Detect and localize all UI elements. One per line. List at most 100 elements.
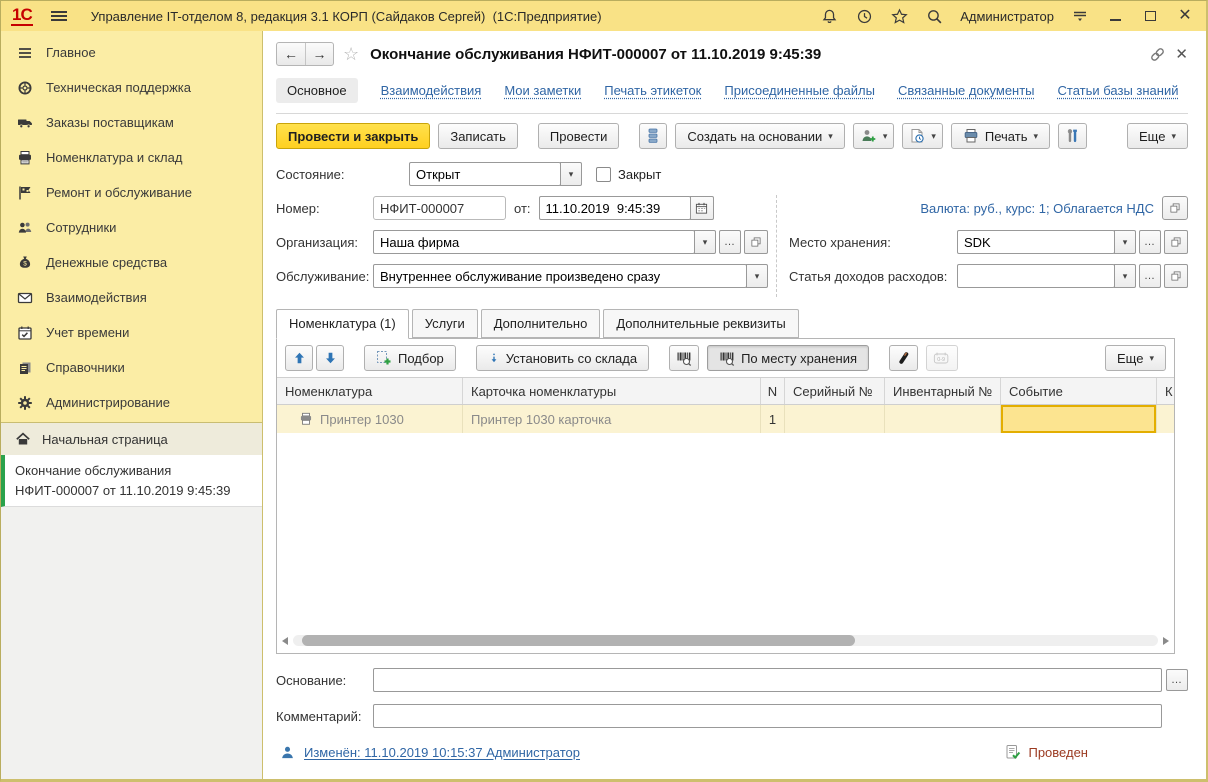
storage-dropdown-icon[interactable]: ▾ — [1114, 230, 1136, 254]
storage-open-icon[interactable] — [1164, 230, 1188, 254]
search-icon[interactable] — [925, 7, 943, 25]
sidebar-item-time-tracking[interactable]: Учет времени — [1, 315, 262, 350]
set-from-stock-button[interactable]: Установить со склада — [476, 345, 649, 371]
current-user[interactable]: Администратор — [960, 9, 1054, 24]
horizontal-scrollbar[interactable] — [282, 633, 1169, 648]
data-collection-terminal-button[interactable] — [889, 345, 918, 371]
income-choose-icon[interactable]: … — [1139, 264, 1161, 288]
basis-field[interactable] — [373, 668, 1162, 692]
sidebar-item-money[interactable]: $ Денежные средства — [1, 245, 262, 280]
sidebar-item-interactions[interactable]: Взаимодействия — [1, 280, 262, 315]
closed-checkbox[interactable] — [596, 167, 611, 182]
organization-choose-icon[interactable]: … — [719, 230, 741, 254]
tab-services[interactable]: Услуги — [412, 309, 478, 338]
create-based-on-button[interactable]: Создать на основании▾ — [675, 123, 844, 149]
table-more-button[interactable]: Еще▾ — [1105, 345, 1166, 371]
get-link-icon[interactable] — [1149, 45, 1166, 62]
tab-nomenclature[interactable]: Номенклатура (1) — [276, 309, 409, 339]
more-button[interactable]: Еще▾ — [1127, 123, 1188, 149]
back-arrow-icon[interactable]: ← — [277, 43, 305, 65]
scrollbar-thumb[interactable] — [302, 635, 856, 646]
currency-link[interactable]: Валюта: руб., курс: 1; Облагается НДС — [920, 201, 1154, 216]
organization-dropdown-icon[interactable]: ▾ — [694, 230, 716, 254]
tab-my-notes[interactable]: Мои заметки — [504, 83, 581, 98]
scheduled-document-button[interactable]: ▾ — [902, 123, 943, 149]
service-field[interactable]: Внутреннее обслуживание произведено сраз… — [373, 264, 747, 288]
table-row[interactable]: Принтер 1030 Принтер 1030 карточка 1 — [277, 405, 1174, 433]
col-inventory[interactable]: Инвентарный № — [885, 378, 1001, 404]
serial-cell[interactable] — [785, 405, 885, 433]
col-nomenclature[interactable]: Номенклатура — [277, 378, 463, 404]
col-event[interactable]: Событие — [1001, 378, 1157, 404]
tab-interactions[interactable]: Взаимодействия — [381, 83, 482, 98]
service-dropdown-icon[interactable]: ▾ — [746, 264, 768, 288]
service-menu-icon[interactable] — [1071, 7, 1089, 25]
col-n[interactable]: N — [761, 378, 785, 404]
storage-choose-icon[interactable]: … — [1139, 230, 1161, 254]
tab-attached-files[interactable]: Присоединенные файлы — [724, 83, 875, 98]
home-page-tab[interactable]: Начальная страница — [1, 422, 262, 455]
tab-main[interactable]: Основное — [276, 78, 358, 103]
inventory-cell[interactable] — [885, 405, 1001, 433]
notifications-bell-icon[interactable] — [820, 7, 838, 25]
col-serial[interactable]: Серийный № — [785, 378, 885, 404]
card-cell[interactable]: Принтер 1030 карточка — [463, 405, 761, 433]
close-document-icon[interactable]: ✕ — [1175, 45, 1188, 63]
organization-field[interactable]: Наша фирма — [373, 230, 695, 254]
main-menu-icon[interactable] — [51, 11, 67, 21]
barcode-scan-button[interactable] — [669, 345, 699, 371]
sidebar-item-supplier-orders[interactable]: Заказы поставщикам — [1, 105, 262, 140]
sidebar-item-main[interactable]: Главное — [1, 35, 262, 70]
move-down-button[interactable] — [316, 345, 344, 371]
tab-label-printing[interactable]: Печать этикеток — [604, 83, 701, 98]
qty-cell[interactable] — [1157, 405, 1174, 433]
currency-open-icon[interactable] — [1162, 196, 1188, 220]
by-storage-place-button[interactable]: По месту хранения — [707, 345, 869, 371]
favorites-star-icon[interactable] — [890, 7, 908, 25]
history-icon[interactable] — [855, 7, 873, 25]
sidebar-item-repair-service[interactable]: Ремонт и обслуживание — [1, 175, 262, 210]
col-card[interactable]: Карточка номенклатуры — [463, 378, 761, 404]
comment-field[interactable] — [373, 704, 1162, 728]
storage-field[interactable]: SDK — [957, 230, 1115, 254]
date-field[interactable]: 11.10.2019 9:45:39 — [539, 196, 691, 220]
col-qty[interactable]: К — [1157, 378, 1174, 404]
income-open-icon[interactable] — [1164, 264, 1188, 288]
tab-knowledge-base[interactable]: Статьи базы знаний — [1058, 83, 1179, 98]
tab-additional[interactable]: Дополнительно — [481, 309, 601, 338]
add-contact-button[interactable]: ▾ — [853, 123, 895, 149]
maximize-button[interactable] — [1141, 7, 1159, 25]
n-cell[interactable]: 1 — [761, 405, 785, 433]
date-calendar-icon[interactable] — [690, 196, 714, 220]
sidebar-item-nomenclature-warehouse[interactable]: Номенклатура и склад — [1, 140, 262, 175]
modified-link[interactable]: Изменён: 11.10.2019 10:15:37 Администрат… — [304, 745, 580, 760]
document-structure-button[interactable] — [639, 123, 667, 149]
scroll-right-icon[interactable] — [1163, 637, 1169, 645]
organization-open-icon[interactable] — [744, 230, 768, 254]
quantity-input-button[interactable]: 0-9 — [926, 345, 958, 371]
open-document-tab[interactable]: Окончание обслуживания НФИТ-000007 от 11… — [1, 455, 262, 507]
event-cell-selected[interactable] — [1001, 405, 1157, 433]
service-tools-button[interactable] — [1058, 123, 1087, 149]
income-expense-field[interactable] — [957, 264, 1115, 288]
favorite-star-icon[interactable]: ☆ — [343, 44, 359, 65]
nomenclature-cell[interactable]: Принтер 1030 — [277, 405, 463, 433]
scroll-left-icon[interactable] — [282, 637, 288, 645]
sidebar-item-employees[interactable]: Сотрудники — [1, 210, 262, 245]
post-and-close-button[interactable]: Провести и закрыть — [276, 123, 430, 149]
sidebar-item-administration[interactable]: Администрирование — [1, 385, 262, 420]
post-button[interactable]: Провести — [538, 123, 620, 149]
print-button[interactable]: Печать▾ — [951, 123, 1050, 149]
forward-arrow-icon[interactable]: → — [305, 43, 333, 65]
pick-button[interactable]: Подбор — [364, 345, 456, 371]
sidebar-item-tech-support[interactable]: Техническая поддержка — [1, 70, 262, 105]
state-dropdown-icon[interactable]: ▾ — [560, 162, 582, 186]
sidebar-item-catalogs[interactable]: Справочники — [1, 350, 262, 385]
basis-choose-icon[interactable]: … — [1166, 669, 1188, 691]
write-button[interactable]: Записать — [438, 123, 518, 149]
tab-additional-attributes[interactable]: Дополнительные реквизиты — [603, 309, 798, 338]
income-dropdown-icon[interactable]: ▾ — [1114, 264, 1136, 288]
tab-related-documents[interactable]: Связанные документы — [898, 83, 1035, 98]
close-window-button[interactable]: ✕ — [1176, 7, 1194, 25]
state-select[interactable]: Открыт — [409, 162, 561, 186]
